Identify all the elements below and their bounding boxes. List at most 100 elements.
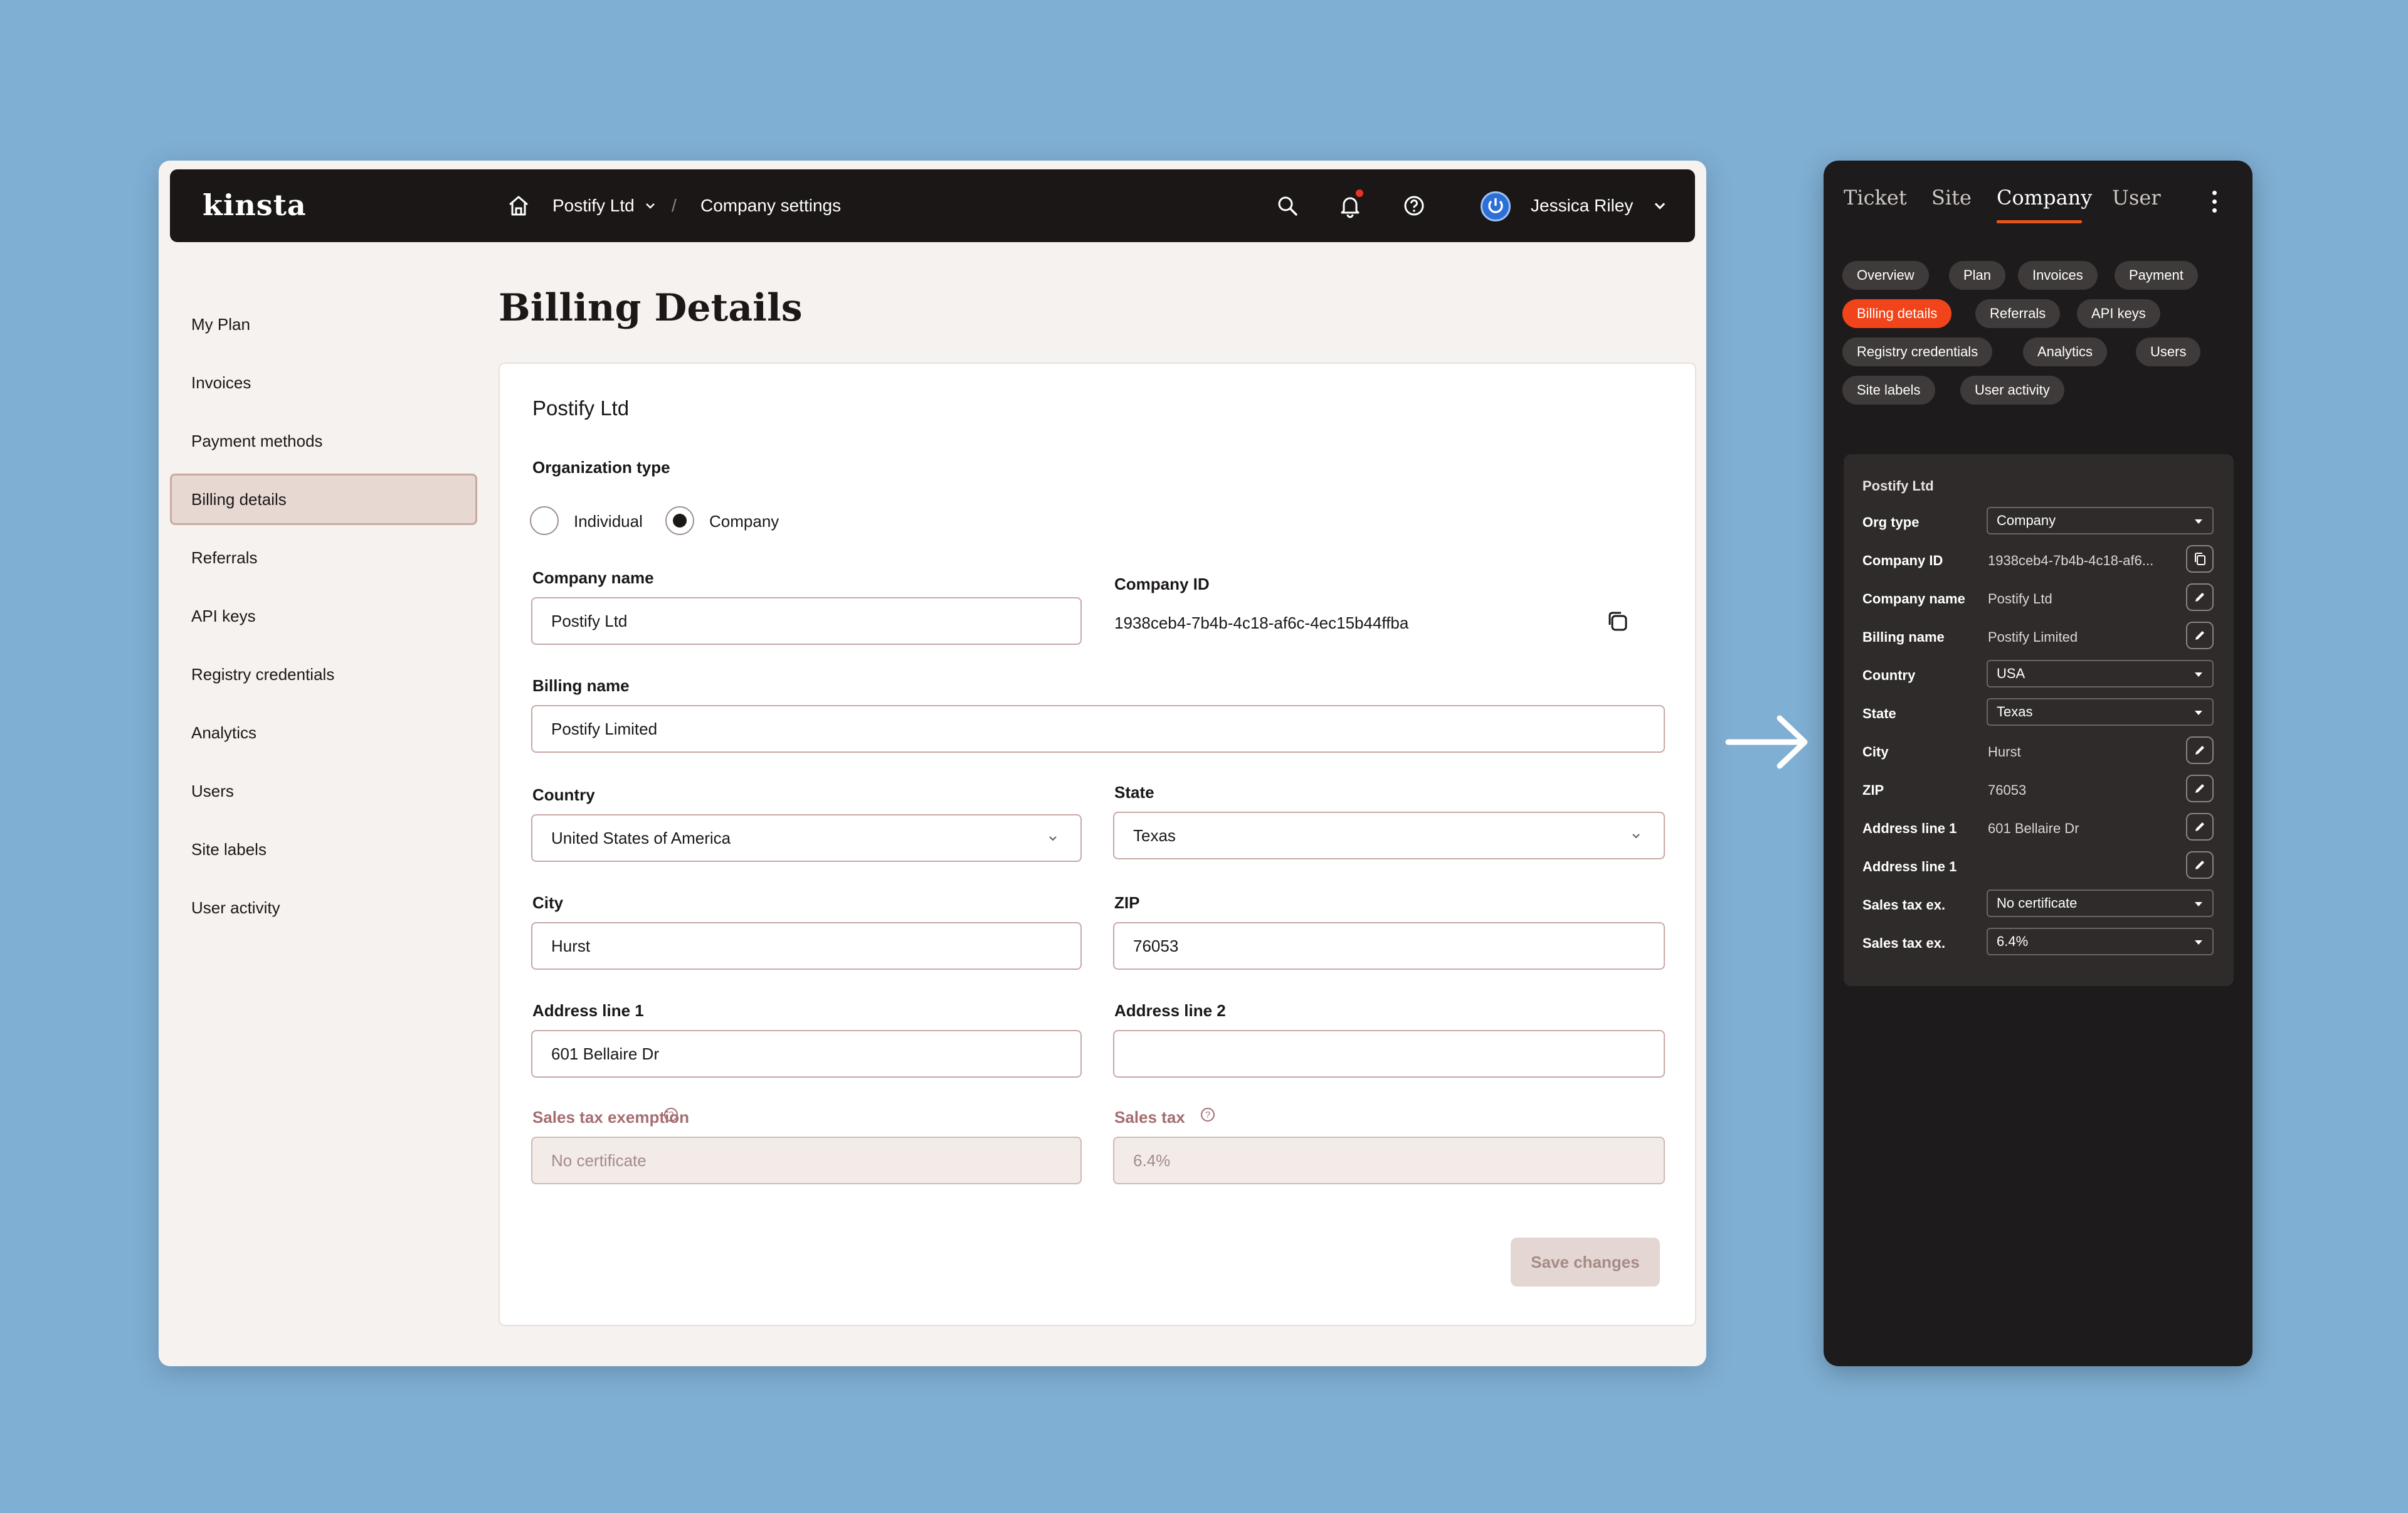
- tab-site[interactable]: Site: [1931, 186, 1972, 210]
- chip-overview[interactable]: Overview: [1842, 261, 1929, 290]
- row-label: Org type: [1862, 514, 1920, 530]
- sidebar-item-registry-credentials[interactable]: Registry credentials: [170, 649, 477, 700]
- billing-name-field[interactable]: Postify Limited: [531, 705, 1665, 753]
- company-id-value: 1938ceb4-7b4b-4c18-af6...: [1988, 553, 2154, 568]
- radio-individual[interactable]: [530, 506, 559, 535]
- pencil-icon: [2195, 631, 2204, 640]
- copy-icon[interactable]: [1605, 608, 1630, 634]
- user-avatar[interactable]: [1481, 191, 1511, 221]
- zip-label: ZIP: [1114, 893, 1140, 912]
- edit-button[interactable]: [2186, 775, 2214, 802]
- chevron-down-icon: [645, 203, 655, 209]
- help-icon[interactable]: [1402, 193, 1427, 218]
- tab-user[interactable]: User: [2112, 186, 2161, 210]
- top-navigation-bar: kinsta Postify Ltd / Company settings Je…: [170, 169, 1695, 242]
- row-label: Billing name: [1862, 629, 1945, 645]
- edit-button[interactable]: [2186, 851, 2214, 879]
- tab-ticket[interactable]: Ticket: [1844, 186, 1907, 210]
- country-label: Country: [532, 785, 595, 804]
- address-line-1-field[interactable]: 601 Bellaire Dr: [531, 1030, 1082, 1078]
- pencil-icon: [2195, 746, 2204, 755]
- notification-dot: [1356, 189, 1363, 197]
- chip-analytics[interactable]: Analytics: [2023, 337, 2108, 366]
- billing-details-card: Postify Ltd Organization type Individual…: [499, 363, 1696, 1326]
- bell-icon[interactable]: [1338, 193, 1363, 218]
- row-label: City: [1862, 744, 1889, 760]
- city-label: City: [532, 893, 564, 912]
- edit-button[interactable]: [2186, 736, 2214, 764]
- copy-button[interactable]: [2186, 545, 2214, 573]
- more-options-icon[interactable]: [2212, 191, 2217, 213]
- chip-api-keys[interactable]: API keys: [2077, 299, 2160, 328]
- chevron-down-icon: [1049, 836, 1057, 841]
- chip-site-labels[interactable]: Site labels: [1842, 376, 1935, 405]
- edit-button[interactable]: [2186, 622, 2214, 649]
- search-icon[interactable]: [1275, 193, 1300, 218]
- sidebar-item-analytics[interactable]: Analytics: [170, 707, 477, 758]
- row-label: Company ID: [1862, 553, 1943, 568]
- org-type-label: Organization type: [532, 458, 670, 477]
- sales-tax-exemption-select[interactable]: No certificate: [1987, 889, 2214, 917]
- address-line-2-field[interactable]: [1113, 1030, 1665, 1078]
- company-header: Postify Ltd: [532, 396, 630, 420]
- user-menu[interactable]: Jessica Riley: [1531, 169, 1668, 242]
- sidebar-item-payment-methods[interactable]: Payment methods: [170, 415, 477, 467]
- country-select[interactable]: United States of America: [531, 814, 1082, 862]
- sales-tax-select[interactable]: 6.4%: [1987, 928, 2214, 955]
- sidebar-item-my-plan[interactable]: My Plan: [170, 299, 477, 350]
- chip-billing-details[interactable]: Billing details: [1842, 299, 1952, 328]
- settings-sidebar: My Plan Invoices Payment methods Billing…: [170, 299, 477, 940]
- country-select[interactable]: USA: [1987, 660, 2214, 687]
- help-circle-icon[interactable]: ?: [664, 1108, 678, 1122]
- sidebar-item-referrals[interactable]: Referrals: [170, 532, 477, 583]
- chip-plan[interactable]: Plan: [1949, 261, 2006, 290]
- row-label: ZIP: [1862, 782, 1884, 798]
- address-line-1-value: 601 Bellaire Dr: [551, 1044, 659, 1063]
- chip-referrals[interactable]: Referrals: [1975, 299, 2061, 328]
- chip-user-activity[interactable]: User activity: [1960, 376, 2064, 405]
- zip-value: 76053: [1988, 782, 2027, 798]
- chip-payment[interactable]: Payment: [2115, 261, 2198, 290]
- org-type-value: Company: [1997, 512, 2056, 528]
- breadcrumb-company[interactable]: Postify Ltd: [552, 169, 657, 242]
- active-tab-indicator: [1997, 220, 2082, 223]
- sidebar-item-site-labels[interactable]: Site labels: [170, 824, 477, 875]
- chip-registry-credentials[interactable]: Registry credentials: [1842, 337, 1993, 366]
- pencil-icon: [2195, 861, 2204, 869]
- chip-users[interactable]: Users: [2136, 337, 2201, 366]
- breadcrumb-page[interactable]: Company settings: [700, 169, 841, 242]
- row-label: Sales tax ex.: [1862, 935, 1946, 951]
- zip-field[interactable]: 76053: [1113, 922, 1665, 970]
- row-label: Company name: [1862, 591, 1965, 607]
- state-select[interactable]: Texas: [1113, 812, 1665, 859]
- radio-company[interactable]: [665, 506, 694, 535]
- state-select[interactable]: Texas: [1987, 698, 2214, 726]
- zip-value: 76053: [1133, 936, 1179, 955]
- tab-company[interactable]: Company: [1997, 186, 2092, 210]
- arrow-right-icon: [1725, 715, 1808, 769]
- state-value: Texas: [1997, 704, 2033, 719]
- state-value: Texas: [1133, 826, 1176, 845]
- home-icon[interactable]: [506, 193, 531, 218]
- sidebar-item-api-keys[interactable]: API keys: [170, 590, 477, 642]
- sidebar-item-billing-details[interactable]: Billing details: [170, 474, 477, 525]
- company-name-value: Postify Ltd: [1988, 591, 2052, 607]
- edit-button[interactable]: [2186, 813, 2214, 841]
- sidebar-item-user-activity[interactable]: User activity: [170, 882, 477, 933]
- help-circle-icon[interactable]: ?: [1201, 1108, 1215, 1122]
- sidebar-item-users[interactable]: Users: [170, 765, 477, 817]
- city-value: Hurst: [551, 936, 591, 955]
- kinsta-logo[interactable]: kinsta: [203, 188, 307, 222]
- sidebar-item-invoices[interactable]: Invoices: [170, 357, 477, 408]
- row-label: State: [1862, 706, 1896, 721]
- org-type-select[interactable]: Company: [1987, 507, 2214, 534]
- sales-tax-field: 6.4%: [1113, 1137, 1665, 1184]
- save-changes-button[interactable]: Save changes: [1511, 1238, 1660, 1287]
- city-field[interactable]: Hurst: [531, 922, 1082, 970]
- sales-tax-label: Sales tax: [1114, 1108, 1185, 1127]
- company-name-field[interactable]: Postify Ltd: [531, 597, 1082, 645]
- chip-invoices[interactable]: Invoices: [2018, 261, 2098, 290]
- row-label: Address line 1: [1862, 820, 1957, 836]
- edit-button[interactable]: [2186, 583, 2214, 611]
- company-name-value: Postify Ltd: [551, 611, 628, 630]
